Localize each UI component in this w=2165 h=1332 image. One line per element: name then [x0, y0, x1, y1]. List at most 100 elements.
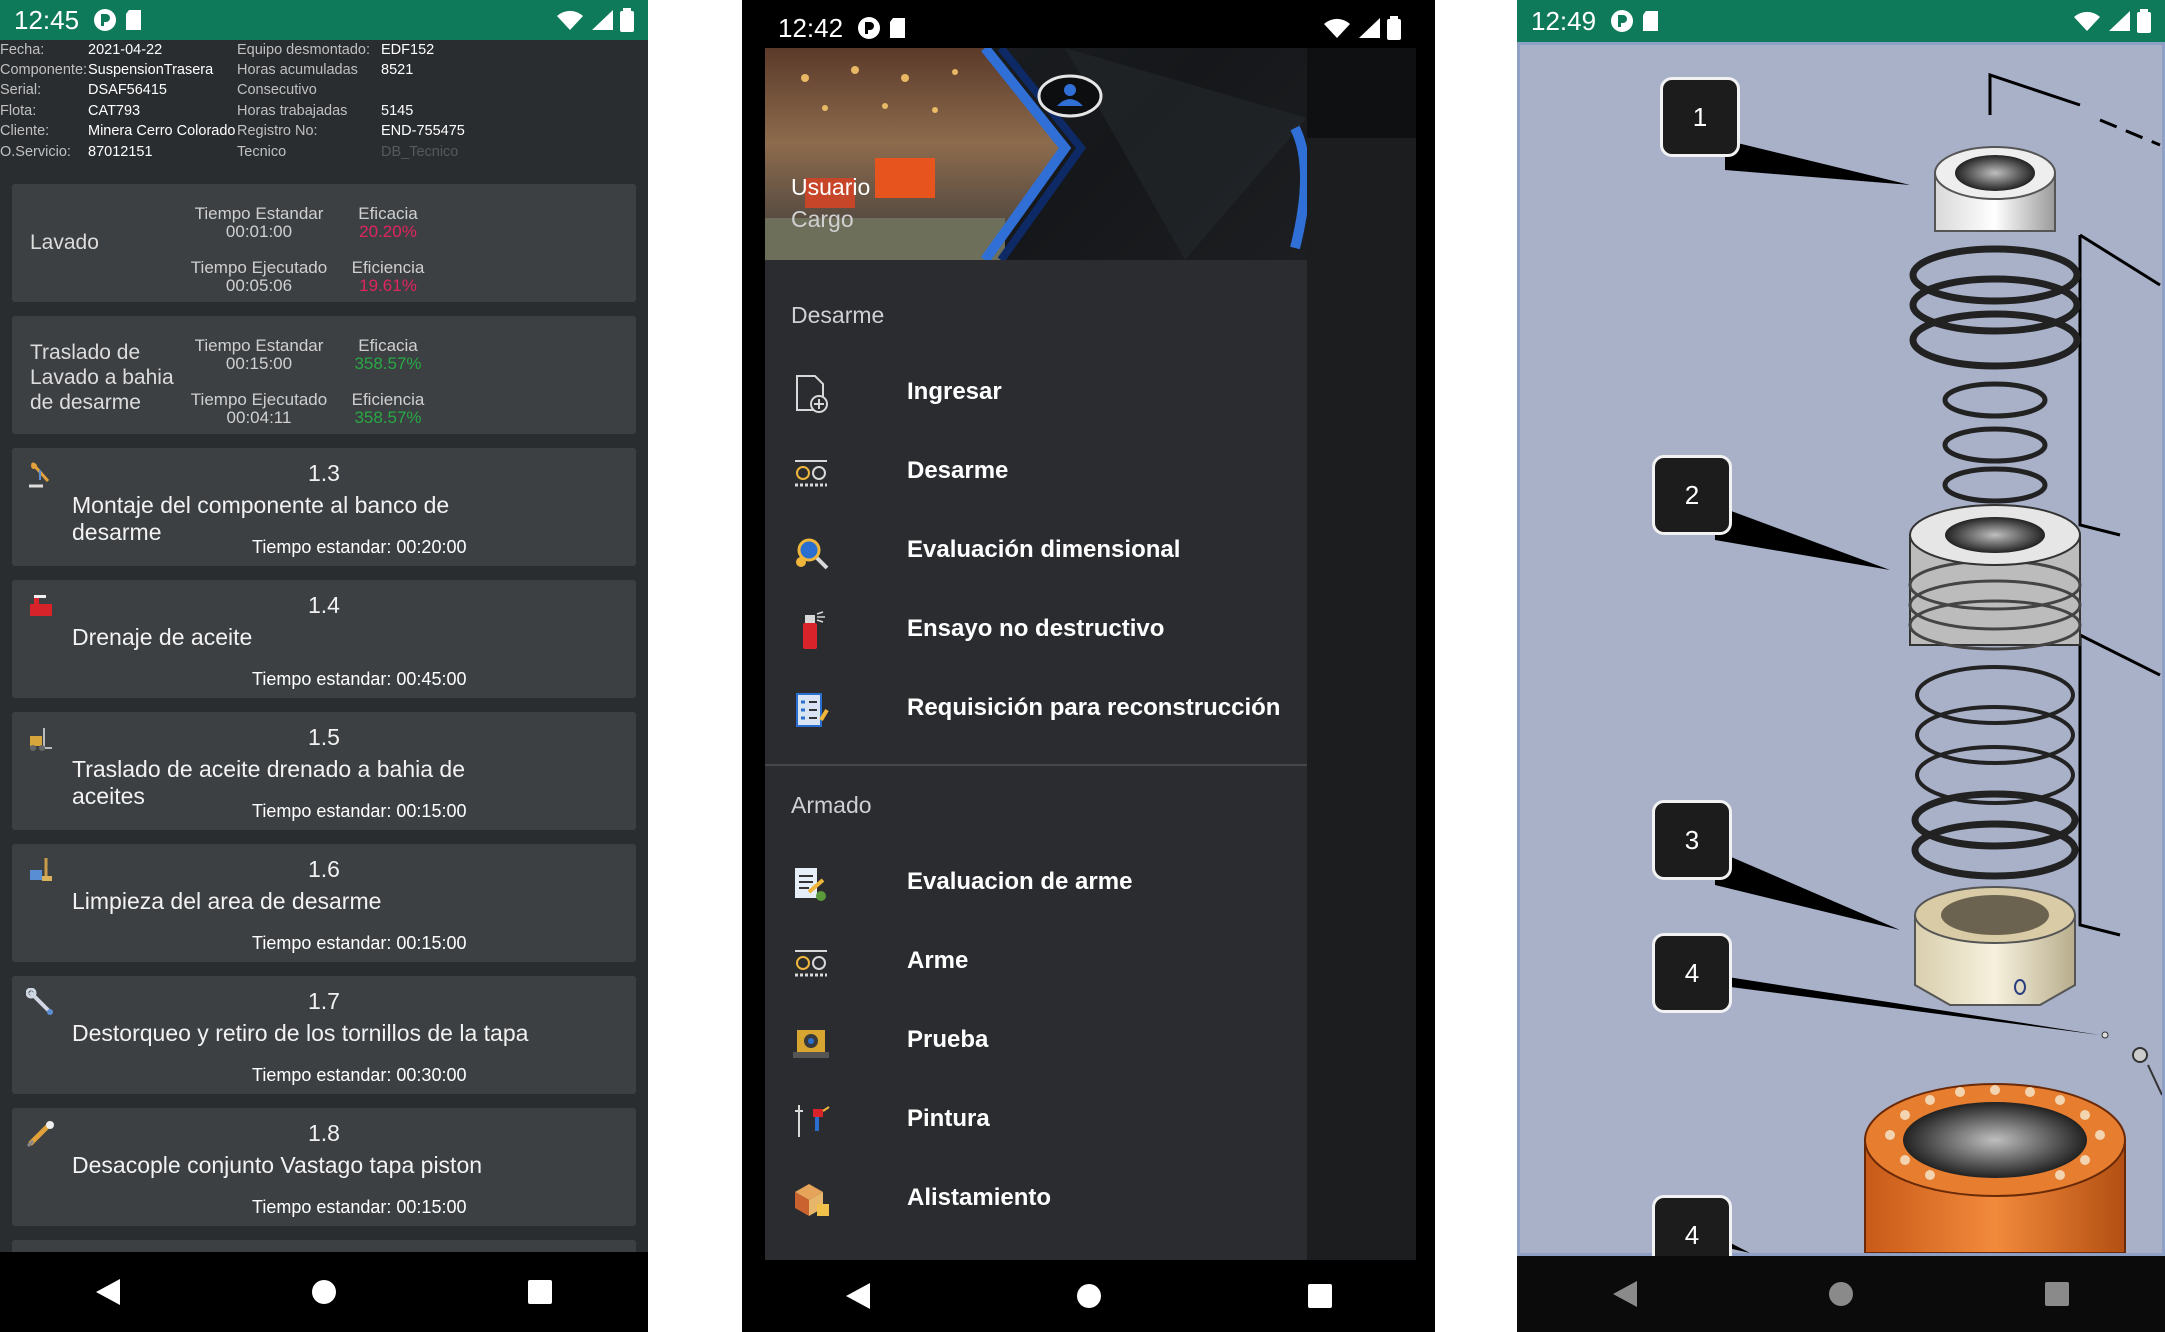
- std-time-label: Tiempo Estandar: [194, 336, 324, 355]
- menu-item-arme[interactable]: Arme: [765, 931, 1307, 993]
- menu-item-prueba[interactable]: Prueba: [765, 1010, 1307, 1072]
- std-time-value: 00:01:00: [225, 222, 293, 241]
- home-button[interactable]: [1059, 1266, 1119, 1326]
- wifi-icon: [1324, 18, 1350, 38]
- exploded-parts-diagram[interactable]: 1 2 3 4 4: [1517, 42, 2165, 1275]
- phone-task-list-screen: 12:45 Fecha: 2021-04-22 Componente: Susp…: [0, 0, 648, 1332]
- eficacia-value: 20.20%: [359, 222, 417, 241]
- back-button[interactable]: [1595, 1264, 1655, 1324]
- eficiencia-label: Eficiencia: [351, 390, 425, 409]
- signal-icon: [2109, 11, 2130, 31]
- sd-card-icon: [1643, 11, 1659, 31]
- recents-button[interactable]: [2027, 1264, 2087, 1324]
- menu-item-ensayo-no-destructivo[interactable]: Ensayo no destructivo: [765, 599, 1307, 661]
- task-card[interactable]: 1.5 Traslado de aceite drenado a bahia d…: [12, 712, 636, 830]
- menu-item-alistamiento[interactable]: Alistamiento: [765, 1168, 1307, 1230]
- info-value: SuspensionTrasera: [88, 62, 214, 78]
- menu-item-evaluacion-de-arme[interactable]: Evaluacion de arme: [765, 852, 1307, 914]
- home-icon: [312, 1280, 336, 1304]
- callout-3[interactable]: 3: [1652, 800, 1732, 880]
- section-armado-title: Armado: [791, 792, 872, 818]
- order-info-panel: Fecha: 2021-04-22 Componente: Suspension…: [0, 42, 648, 170]
- callout-1[interactable]: 1: [1660, 77, 1740, 157]
- back-icon: [845, 1283, 870, 1309]
- status-time: 12:42: [778, 12, 844, 43]
- summary-card[interactable]: Lavado Tiempo Estandar 00:01:00 Tiempo E…: [12, 184, 636, 302]
- menu-item-label: Evaluacion de arme: [907, 868, 1133, 895]
- status-bar: 12:49: [1517, 0, 2165, 42]
- task-number: 1.3: [308, 460, 340, 486]
- sd-card-icon: [890, 18, 906, 38]
- recents-button[interactable]: [510, 1262, 570, 1322]
- task-number: 1.5: [308, 724, 340, 750]
- menu-item-label: Alistamiento: [907, 1184, 1052, 1211]
- task-card[interactable]: 1.7 Destorqueo y retiro de los tornillos…: [12, 976, 636, 1094]
- task-card[interactable]: 1.3 Montaje del componente al banco de d…: [12, 448, 636, 566]
- info-value: 87012151: [88, 144, 153, 160]
- back-button[interactable]: [828, 1266, 888, 1326]
- nav-bar: [742, 1260, 1435, 1332]
- info-label: Flota:: [0, 103, 37, 119]
- info-value: EDF152: [381, 42, 435, 58]
- callout-2[interactable]: 2: [1652, 455, 1732, 535]
- task-std-time: Tiempo estandar: 00:20:00: [252, 537, 467, 557]
- suspension-exploded-drawing: [1715, 72, 2162, 1253]
- back-button[interactable]: [78, 1262, 138, 1322]
- battery-icon: [620, 8, 634, 32]
- checklist-icon: [796, 693, 829, 727]
- navigation-drawer: Usuario Cargo Desarme Ingresar Desarme E…: [765, 48, 1307, 1260]
- menu-item-label: Arme: [907, 947, 969, 974]
- home-icon: [1076, 1284, 1101, 1308]
- menu-item-ingresar[interactable]: Ingresar: [765, 362, 1307, 424]
- task-number: 1.6: [308, 856, 340, 882]
- app-notification-icon: [858, 17, 881, 39]
- task-std-time: Tiempo estandar: 00:30:00: [252, 1065, 467, 1085]
- menu-item-desarme[interactable]: Desarme: [765, 441, 1307, 503]
- task-std-time: Tiempo estandar: 00:15:00: [252, 933, 467, 953]
- gear-search-icon: [796, 538, 829, 570]
- add-document-icon: [796, 375, 828, 413]
- menu-item-requisicion[interactable]: Requisición para reconstrucción: [765, 678, 1307, 740]
- home-icon: [1829, 1282, 1853, 1306]
- summary-label: Traslado de Lavado a bahia de desarme: [30, 341, 174, 414]
- exec-time-value: 00:04:11: [226, 408, 292, 427]
- spray-can-icon: [803, 611, 825, 649]
- task-std-time: Tiempo estandar: 00:45:00: [252, 669, 467, 689]
- menu-item-pintura[interactable]: Pintura: [765, 1089, 1307, 1151]
- test-machine-icon: [793, 1030, 829, 1058]
- task-card[interactable]: 1.6 Limpieza del area de desarme Tiempo …: [12, 844, 636, 962]
- evaluation-icon: [795, 868, 826, 901]
- info-label: Serial:: [0, 82, 42, 98]
- status-time: 12:45: [14, 4, 80, 35]
- exec-time-label: Tiempo Ejecutado: [190, 390, 328, 409]
- task-title: Limpieza del area de desarme: [72, 888, 382, 914]
- info-value: Minera Cerro Colorado: [88, 123, 236, 139]
- callout-4[interactable]: 4: [1652, 933, 1732, 1013]
- menu-item-label: Evaluación dimensional: [907, 536, 1181, 563]
- info-value: DSAF56415: [88, 82, 167, 98]
- home-button[interactable]: [1811, 1264, 1871, 1324]
- task-std-time: Tiempo estandar: 00:15:00: [252, 1197, 467, 1217]
- menu-item-label: Ensayo no destructivo: [907, 615, 1165, 642]
- drawer-user-name: Usuario: [791, 174, 871, 200]
- back-icon: [1613, 1281, 1637, 1307]
- info-value: 5145: [381, 103, 414, 119]
- task-card[interactable]: 1.8 Desacople conjunto Vastago tapa pist…: [12, 1108, 636, 1226]
- recents-button[interactable]: [1290, 1266, 1350, 1326]
- wifi-icon: [557, 10, 583, 30]
- home-button[interactable]: [294, 1262, 354, 1322]
- task-card[interactable]: 1.4 Drenaje de aceite Tiempo estandar: 0…: [12, 580, 636, 698]
- drawer-scrim[interactable]: [1307, 48, 1416, 1260]
- menu-item-label: Pintura: [907, 1105, 990, 1132]
- menu-item-evaluacion-dimensional[interactable]: Evaluación dimensional: [765, 520, 1307, 582]
- battery-icon: [2137, 9, 2151, 33]
- task-title: Drenaje de aceite: [72, 624, 253, 650]
- recents-icon: [1307, 1284, 1332, 1308]
- menu-item-label: Prueba: [907, 1026, 989, 1053]
- drawer-header: Usuario Cargo: [765, 48, 1307, 260]
- summary-card[interactable]: Traslado de Lavado a bahia de desarme Ti…: [12, 316, 636, 434]
- std-time-value: 00:15:00: [225, 354, 293, 373]
- back-icon: [96, 1279, 120, 1305]
- info-label: Equipo desmontado:: [237, 42, 371, 58]
- app-notification-icon: [1611, 10, 1634, 32]
